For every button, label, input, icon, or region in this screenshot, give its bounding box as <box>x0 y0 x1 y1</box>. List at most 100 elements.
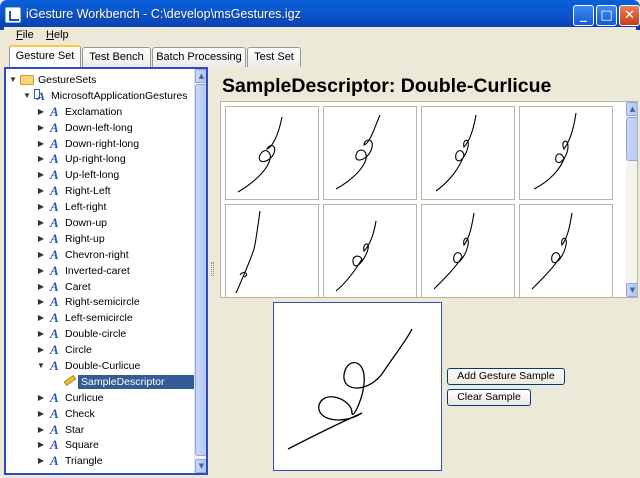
tree-node-root[interactable]: ▼ GestureSets <box>6 72 192 88</box>
tree-node-label: Exclamation <box>65 105 123 118</box>
tab-test-bench[interactable]: Test Bench <box>82 47 151 67</box>
tree-node-class[interactable]: ▶ A Triangle <box>6 453 192 469</box>
tab-batch-processing[interactable]: Batch Processing <box>152 47 246 67</box>
tree-node-class[interactable]: ▶ A Right-up <box>6 231 192 247</box>
collapsed-toggle-icon[interactable]: ▶ <box>36 342 46 357</box>
tree-node-sample-descriptor[interactable]: SampleDescriptor <box>6 374 204 390</box>
collapsed-toggle-icon[interactable]: ▶ <box>36 437 46 452</box>
clear-sample-button[interactable]: Clear Sample <box>447 389 531 406</box>
sample-grid-scrollbar[interactable]: ▲ ▼ <box>626 102 637 297</box>
tree-node-class[interactable]: ▶ A Circle <box>6 342 192 358</box>
menu-file[interactable]: File <box>16 29 34 41</box>
tree-node-label: Caret <box>65 280 91 293</box>
tree-node-class[interactable]: ▶ A Star <box>6 422 192 438</box>
gesture-class-icon: A <box>50 389 59 405</box>
tree-node-class[interactable]: ▶ A Inverted-caret <box>6 263 192 279</box>
collapsed-toggle-icon[interactable]: ▶ <box>36 215 46 230</box>
expanded-toggle-icon[interactable]: ▼ <box>36 358 46 373</box>
scroll-down-icon[interactable]: ▼ <box>195 459 206 473</box>
collapsed-toggle-icon[interactable]: ▶ <box>36 231 46 246</box>
gesture-class-icon: A <box>50 119 59 135</box>
tree-node-class[interactable]: ▶ A Curlicue <box>6 390 192 406</box>
expanded-toggle-icon[interactable]: ▼ <box>22 88 32 103</box>
menu-help[interactable]: Help <box>46 29 69 41</box>
collapsed-toggle-icon[interactable]: ▶ <box>36 167 46 182</box>
collapsed-toggle-icon[interactable]: ▶ <box>36 390 46 405</box>
tree-node-label: Down-right-long <box>65 137 140 150</box>
tree-node-label: Right-semicircle <box>65 296 140 309</box>
collapsed-toggle-icon[interactable]: ▶ <box>36 422 46 437</box>
close-button[interactable]: ✕ <box>619 5 640 26</box>
gesture-input-canvas[interactable] <box>273 302 442 471</box>
tree-node-label: Up-right-long <box>65 153 126 166</box>
folder-icon <box>20 75 34 85</box>
collapsed-toggle-icon[interactable]: ▶ <box>36 183 46 198</box>
tree-node-class[interactable]: ▶ A Exclamation <box>6 104 192 120</box>
tree-node-class[interactable]: ▶ A Up-right-long <box>6 151 192 167</box>
gesture-sample-thumbnail[interactable] <box>519 106 613 200</box>
collapsed-toggle-icon[interactable]: ▶ <box>36 151 46 166</box>
tree-node-class[interactable]: ▶ A Left-right <box>6 199 192 215</box>
collapsed-toggle-icon[interactable]: ▶ <box>36 453 46 468</box>
tree-node-class[interactable]: ▶ A Down-right-long <box>6 136 192 152</box>
menu-bar: File Help <box>4 27 636 45</box>
tree-node-class[interactable]: ▶ A Chevron-right <box>6 247 192 263</box>
tree-node-label: Curlicue <box>65 391 104 404</box>
tree-node-class[interactable]: ▶ A Double-circle <box>6 326 192 342</box>
scroll-up-icon[interactable]: ▲ <box>626 102 637 116</box>
scroll-down-icon[interactable]: ▼ <box>626 283 637 297</box>
tree-node-class[interactable]: ▼ A Double-Curlicue <box>6 358 192 374</box>
collapsed-toggle-icon[interactable]: ▶ <box>36 104 46 119</box>
add-gesture-sample-button[interactable]: Add Gesture Sample <box>447 368 565 385</box>
gesture-class-icon: A <box>50 421 59 437</box>
gesture-class-icon: A <box>50 326 59 342</box>
gesture-sample-thumbnail[interactable] <box>421 204 515 297</box>
tree-node-class[interactable]: ▶ A Square <box>6 437 192 453</box>
tab-strip: Gesture Set Test Bench Batch Processing … <box>4 45 636 68</box>
scroll-thumb[interactable] <box>626 117 637 161</box>
collapsed-toggle-icon[interactable]: ▶ <box>36 199 46 214</box>
collapsed-toggle-icon[interactable]: ▶ <box>36 310 46 325</box>
gesture-class-icon: A <box>50 103 59 119</box>
app-icon <box>5 7 21 23</box>
gesture-sample-thumbnail[interactable] <box>323 204 417 297</box>
tab-test-set[interactable]: Test Set <box>247 47 301 67</box>
splitter-grip-icon[interactable] <box>211 262 214 276</box>
gesture-tree: ▼ GestureSets ▼ MicrosoftApplicationGest… <box>6 72 204 469</box>
tree-node-class[interactable]: ▶ A Down-left-long <box>6 120 192 136</box>
tree-node-class[interactable]: ▶ A Right-Left <box>6 183 192 199</box>
tree-node-class[interactable]: ▶ A Down-up <box>6 215 192 231</box>
collapsed-toggle-icon[interactable]: ▶ <box>36 263 46 278</box>
collapsed-toggle-icon[interactable]: ▶ <box>36 326 46 341</box>
maximize-button[interactable]: □ <box>596 5 617 26</box>
collapsed-toggle-icon[interactable]: ▶ <box>36 120 46 135</box>
collapsed-toggle-icon[interactable]: ▶ <box>36 294 46 309</box>
tree-node-class[interactable]: ▶ A Left-semicircle <box>6 310 192 326</box>
gesture-sample-thumbnail[interactable] <box>225 106 319 200</box>
collapsed-toggle-icon[interactable]: ▶ <box>36 406 46 421</box>
gesture-sample-thumbnail[interactable] <box>519 204 613 297</box>
tree-node-label: Chevron-right <box>65 248 129 261</box>
tree-node-class[interactable]: ▶ A Right-semicircle <box>6 294 192 310</box>
tree-node-class[interactable]: ▶ A Caret <box>6 279 192 295</box>
tree-node-class[interactable]: ▶ A Check <box>6 406 192 422</box>
collapsed-toggle-icon[interactable]: ▶ <box>36 136 46 151</box>
tree-node-set[interactable]: ▼ MicrosoftApplicationGestures <box>6 88 192 104</box>
gesture-sample-thumbnail[interactable] <box>323 106 417 200</box>
tree-node-label: Right-up <box>65 232 105 245</box>
minimize-button[interactable]: _ <box>573 5 594 26</box>
tree-node-label: Double-circle <box>65 328 127 341</box>
gesture-class-icon: A <box>50 310 59 326</box>
expanded-toggle-icon[interactable]: ▼ <box>8 72 18 87</box>
collapsed-toggle-icon[interactable]: ▶ <box>36 279 46 294</box>
scroll-up-icon[interactable]: ▲ <box>195 69 206 83</box>
tree-node-label: Circle <box>65 344 92 357</box>
tab-gesture-set[interactable]: Gesture Set <box>9 45 81 68</box>
tree-node-class[interactable]: ▶ A Up-left-long <box>6 167 192 183</box>
gesture-sample-thumbnail[interactable] <box>225 204 319 297</box>
collapsed-toggle-icon[interactable]: ▶ <box>36 247 46 262</box>
gesture-sample-thumbnail[interactable] <box>421 106 515 200</box>
tree-scrollbar[interactable]: ▲ ▼ <box>194 69 206 473</box>
scroll-thumb[interactable] <box>195 84 206 456</box>
tree-node-label: SampleDescriptor <box>78 374 204 389</box>
